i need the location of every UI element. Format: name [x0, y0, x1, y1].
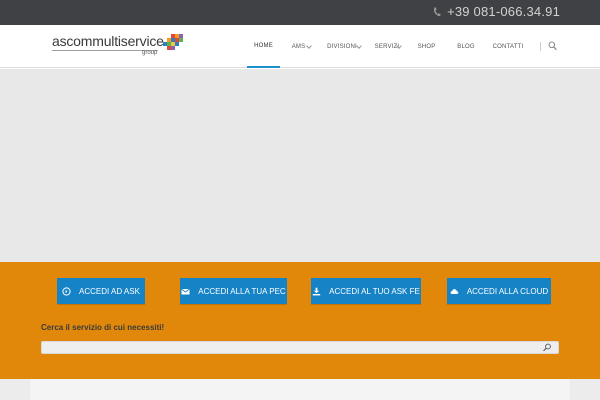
service-search-input[interactable]: [42, 342, 537, 353]
nav-item-label: CONTATTI: [492, 43, 524, 50]
accedi-ask-button[interactable]: ACCEDI AD ASK: [57, 278, 145, 304]
search-label: Cerca il servizio di cui necessiti!: [41, 323, 165, 332]
search-icon[interactable]: [548, 41, 557, 51]
logo-mosaic-icon: [163, 34, 183, 52]
magnifier-icon[interactable]: [542, 343, 552, 352]
page: +39 081-066.34.91 ascommultiservice grou…: [0, 0, 600, 400]
nav-item-home[interactable]: HOME: [247, 25, 280, 68]
nav-item-shop[interactable]: SHOP: [407, 25, 446, 68]
nav-item-label: HOME: [254, 42, 273, 49]
hero-banner: [0, 69, 600, 262]
service-search-box: [41, 341, 559, 354]
nav-item-servizi[interactable]: SERVIZI: [367, 25, 407, 68]
circle-arrow-icon: [62, 286, 71, 296]
phone-icon: [434, 7, 441, 16]
accedi-cloud-button[interactable]: ACCEDI ALLA CLOUD: [447, 278, 551, 304]
envelope-icon: [181, 288, 190, 294]
content-area: [0, 379, 600, 400]
content-panel: [30, 379, 570, 400]
nav-item-blog[interactable]: BLOG: [446, 25, 486, 68]
header-accent-line: [0, 69, 118, 71]
nav-item-label: SHOP: [417, 43, 436, 50]
chevron-down-icon: [356, 43, 362, 49]
header: ascommultiservice group HOME AMS DIVISIO…: [0, 25, 600, 68]
nav-item-ams[interactable]: AMS: [280, 25, 317, 68]
main-nav: HOME AMS DIVISIONI SERVIZI SHOP BLOG CON…: [247, 25, 530, 68]
cloud-icon: [450, 288, 459, 294]
chevron-down-icon: [306, 43, 312, 49]
button-label: ACCEDI ALLA CLOUD: [466, 286, 549, 296]
nav-item-label: DIVISIONI: [327, 43, 357, 50]
phone-number: +39 081-066.34.91: [447, 4, 560, 19]
button-label: ACCEDI AD ASK: [79, 286, 140, 296]
nav-divider: [540, 42, 541, 51]
accedi-ask-fe-button[interactable]: ACCEDI AL TUO ASK FE: [311, 278, 421, 304]
button-label: ACCEDI AL TUO ASK FE: [329, 286, 420, 296]
nav-item-label: AMS: [291, 43, 306, 50]
phone-contact[interactable]: +39 081-066.34.91: [433, 4, 560, 19]
nav-item-divisioni[interactable]: DIVISIONI: [317, 25, 367, 68]
logo-subtitle: group: [142, 50, 158, 56]
nav-item-label: BLOG: [457, 43, 475, 50]
button-label: ACCEDI ALLA TUA PEC: [198, 286, 286, 296]
nav-item-label: SERVIZI: [374, 43, 400, 50]
logo-text: ascommultiservice: [52, 33, 164, 49]
services-band: ACCEDI AD ASK ACCEDI ALLA TUA PEC ACCEDI…: [0, 262, 600, 379]
nav-item-contatti[interactable]: CONTATTI: [486, 25, 530, 68]
top-bar: +39 081-066.34.91: [0, 0, 600, 25]
accedi-pec-button[interactable]: ACCEDI ALLA TUA PEC: [180, 278, 287, 304]
download-icon: [312, 287, 321, 295]
